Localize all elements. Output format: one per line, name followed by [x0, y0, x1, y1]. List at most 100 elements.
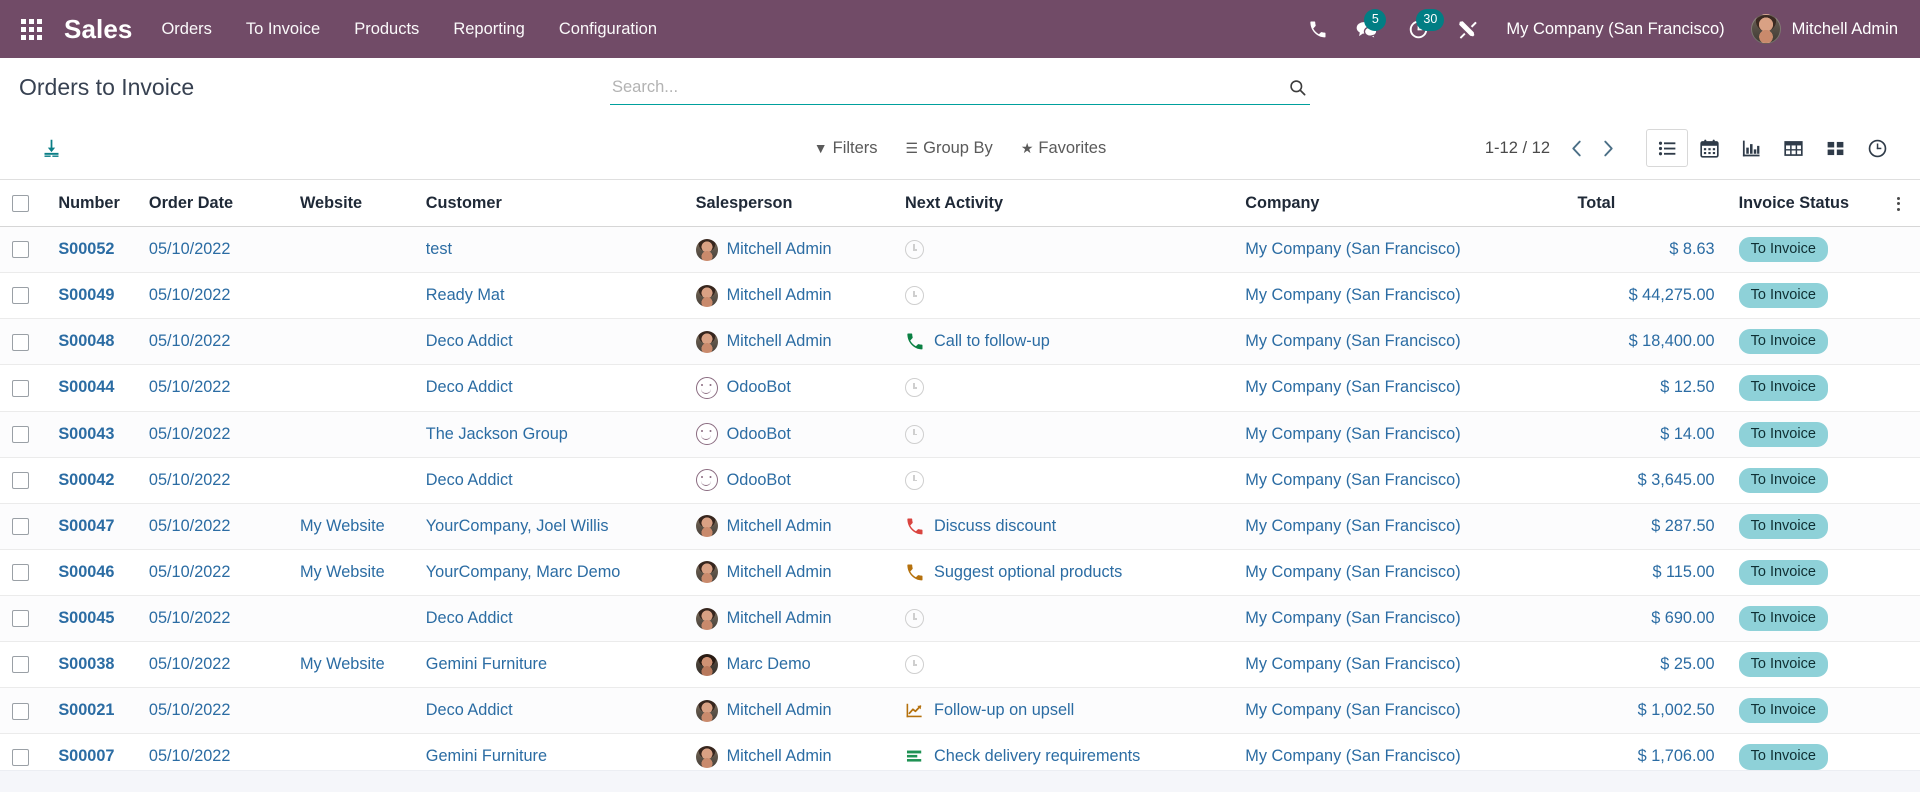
- cell-number[interactable]: S00046: [46, 549, 137, 597]
- table-row[interactable]: S00044 05/10/2022 Deco Addict OdooBot My Com…: [0, 364, 1920, 412]
- cell-salesperson[interactable]: Marc Demo: [683, 641, 893, 689]
- cell-customer[interactable]: Ready Mat: [413, 272, 684, 320]
- cell-website[interactable]: My Website: [287, 641, 414, 689]
- cell-company[interactable]: My Company (San Francisco): [1233, 641, 1566, 689]
- cell-website[interactable]: [287, 318, 414, 366]
- cell-invoice-status[interactable]: To Invoice: [1726, 457, 1878, 504]
- favorites-dropdown[interactable]: ★ Favorites: [1007, 135, 1120, 162]
- cell-invoice-status[interactable]: To Invoice: [1726, 549, 1878, 597]
- filters-dropdown[interactable]: ▼ Filters: [800, 135, 892, 162]
- cell-order-date[interactable]: 05/10/2022: [136, 364, 288, 412]
- cell-total[interactable]: $ 44,275.00: [1565, 272, 1727, 320]
- menu-item-orders[interactable]: Orders: [144, 0, 228, 58]
- table-row[interactable]: S00046 05/10/2022 My Website YourCompany, M…: [0, 549, 1920, 597]
- cell-company[interactable]: My Company (San Francisco): [1233, 272, 1566, 320]
- cell-website[interactable]: [287, 226, 414, 274]
- cell-total[interactable]: $ 8.63: [1565, 226, 1727, 274]
- menu-item-reporting[interactable]: Reporting: [436, 0, 542, 58]
- row-checkbox[interactable]: [12, 748, 29, 766]
- pager-previous-button[interactable]: [1560, 132, 1592, 164]
- cell-order-date[interactable]: 05/10/2022: [136, 503, 288, 550]
- row-checkbox[interactable]: [12, 425, 29, 443]
- cell-customer[interactable]: Deco Addict: [413, 595, 684, 643]
- column-header-order-date[interactable]: Order Date: [136, 180, 288, 227]
- column-header-salesperson[interactable]: Salesperson: [683, 180, 893, 227]
- cell-salesperson[interactable]: OdooBot: [683, 364, 893, 412]
- view-button-list[interactable]: [1646, 129, 1688, 167]
- table-row[interactable]: S00047 05/10/2022 My Website YourCompany, J…: [0, 503, 1920, 550]
- cell-customer[interactable]: Deco Addict: [413, 687, 684, 735]
- pager-value[interactable]: 1-12 / 12: [1485, 139, 1560, 158]
- pager-next-button[interactable]: [1592, 132, 1624, 164]
- row-checkbox[interactable]: [12, 610, 29, 628]
- group-by-dropdown[interactable]: ☰ Group By: [892, 135, 1007, 162]
- cell-number[interactable]: S00042: [46, 457, 137, 504]
- cell-website[interactable]: My Website: [287, 549, 414, 597]
- cell-customer[interactable]: YourCompany, Marc Demo: [413, 549, 684, 597]
- cell-website[interactable]: [287, 411, 414, 458]
- cell-company[interactable]: My Company (San Francisco): [1233, 503, 1566, 550]
- cell-next-activity[interactable]: [893, 411, 1234, 458]
- phone-button[interactable]: [1294, 0, 1340, 58]
- cell-invoice-status[interactable]: To Invoice: [1726, 226, 1878, 274]
- cell-next-activity[interactable]: [893, 595, 1234, 643]
- view-button-calendar[interactable]: [1688, 129, 1730, 167]
- cell-company[interactable]: My Company (San Francisco): [1233, 318, 1566, 366]
- menu-item-to-invoice[interactable]: To Invoice: [229, 0, 337, 58]
- column-header-customer[interactable]: Customer: [413, 180, 684, 227]
- column-header-total[interactable]: Total: [1565, 180, 1727, 227]
- cell-salesperson[interactable]: Mitchell Admin: [683, 272, 893, 320]
- table-row[interactable]: S00038 05/10/2022 My Website Gemini Furnitu…: [0, 641, 1920, 689]
- cell-invoice-status[interactable]: To Invoice: [1726, 318, 1878, 366]
- cell-invoice-status[interactable]: To Invoice: [1726, 687, 1878, 735]
- activities-button[interactable]: 30: [1392, 0, 1445, 58]
- cell-number[interactable]: S00052: [46, 226, 137, 274]
- cell-number[interactable]: S00021: [46, 687, 137, 735]
- cell-total[interactable]: $ 1,002.50: [1565, 687, 1727, 735]
- cell-next-activity[interactable]: [893, 641, 1234, 689]
- cell-invoice-status[interactable]: To Invoice: [1726, 411, 1878, 458]
- company-switcher[interactable]: My Company (San Francisco): [1490, 0, 1740, 58]
- messages-button[interactable]: 5: [1340, 0, 1392, 58]
- cell-next-activity[interactable]: [893, 226, 1234, 274]
- cell-order-date[interactable]: 05/10/2022: [136, 411, 288, 458]
- cell-salesperson[interactable]: Mitchell Admin: [683, 503, 893, 550]
- row-checkbox[interactable]: [12, 471, 29, 489]
- cell-next-activity[interactable]: [893, 457, 1234, 504]
- view-button-kanban[interactable]: [1814, 129, 1856, 167]
- cell-next-activity[interactable]: Follow-up on upsell: [893, 687, 1234, 735]
- cell-customer[interactable]: Deco Addict: [413, 364, 684, 412]
- table-row[interactable]: S00048 05/10/2022 Deco Addict Mitchell Admi…: [0, 318, 1920, 366]
- cell-customer[interactable]: Deco Addict: [413, 457, 684, 504]
- row-checkbox[interactable]: [12, 333, 29, 351]
- menu-item-products[interactable]: Products: [337, 0, 436, 58]
- cell-next-activity[interactable]: Call to follow-up: [893, 318, 1234, 366]
- search-button[interactable]: [1286, 76, 1308, 98]
- cell-total[interactable]: $ 14.00: [1565, 411, 1727, 458]
- view-button-graph[interactable]: [1730, 129, 1772, 167]
- user-menu[interactable]: Mitchell Admin: [1741, 0, 1902, 58]
- cell-website[interactable]: [287, 687, 414, 735]
- column-header-number[interactable]: Number: [46, 180, 137, 227]
- cell-number[interactable]: S00038: [46, 641, 137, 689]
- cell-customer[interactable]: test: [413, 226, 684, 274]
- row-checkbox[interactable]: [12, 287, 29, 305]
- cell-customer[interactable]: Gemini Furniture: [413, 641, 684, 689]
- cell-company[interactable]: My Company (San Francisco): [1233, 687, 1566, 735]
- row-checkbox[interactable]: [12, 379, 29, 397]
- cell-customer[interactable]: YourCompany, Joel Willis: [413, 503, 684, 550]
- cell-total[interactable]: $ 287.50: [1565, 503, 1727, 550]
- search-input[interactable]: [612, 77, 1286, 97]
- cell-next-activity[interactable]: [893, 272, 1234, 320]
- cell-total[interactable]: $ 115.00: [1565, 549, 1727, 597]
- cell-order-date[interactable]: 05/10/2022: [136, 687, 288, 735]
- cell-invoice-status[interactable]: To Invoice: [1726, 364, 1878, 412]
- view-button-activity[interactable]: [1856, 129, 1898, 167]
- cell-order-date[interactable]: 05/10/2022: [136, 595, 288, 643]
- cell-order-date[interactable]: 05/10/2022: [136, 226, 288, 274]
- cell-total[interactable]: $ 18,400.00: [1565, 318, 1727, 366]
- cell-company[interactable]: My Company (San Francisco): [1233, 411, 1566, 458]
- cell-total[interactable]: $ 25.00: [1565, 641, 1727, 689]
- table-row[interactable]: S00021 05/10/2022 Deco Addict Mitchell Admi…: [0, 687, 1920, 735]
- optional-columns-dropdown[interactable]: [1890, 196, 1908, 211]
